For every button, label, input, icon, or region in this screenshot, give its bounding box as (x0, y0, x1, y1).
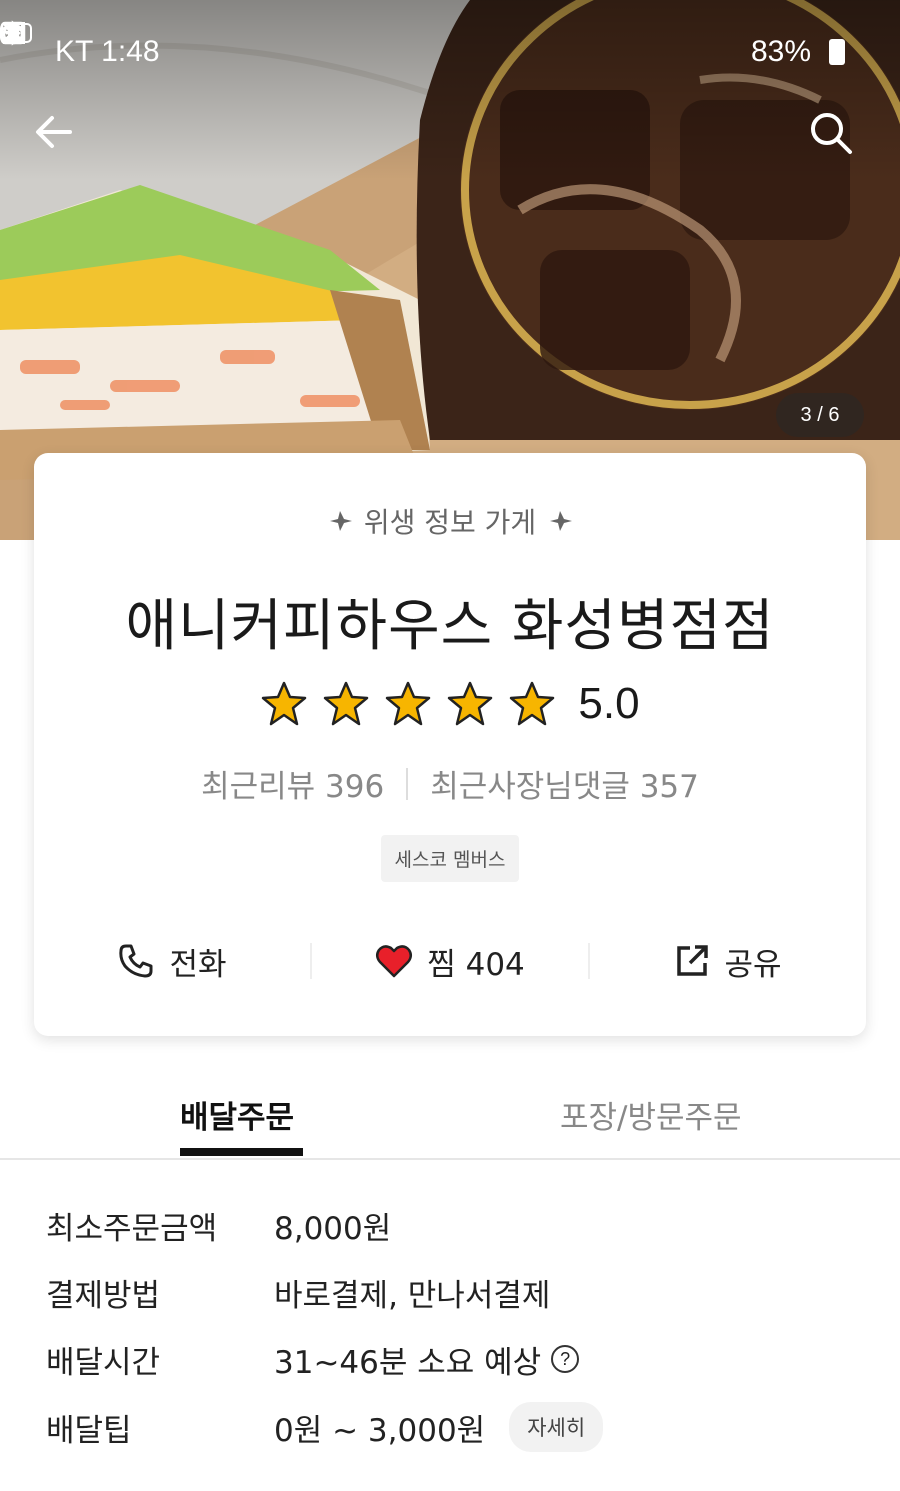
star-icon (510, 681, 555, 726)
cesco-member-badge: 세스코 멤버스 (380, 835, 520, 882)
payment-method-value: 바로결제, 만나서결제 (274, 1277, 551, 1314)
review-stats: 최근리뷰 396 최근사장님댓글 357 (34, 761, 866, 806)
active-tab-indicator (180, 1148, 303, 1156)
call-label: 전화 (169, 946, 227, 983)
min-order-row: 최소주문금액 8,000원 (46, 1200, 866, 1250)
search-icon (811, 113, 852, 154)
share-button[interactable]: 공유 (590, 939, 866, 984)
delivery-tip-detail-button[interactable]: 자세히 (509, 1402, 604, 1452)
question-icon[interactable]: ? (551, 1345, 580, 1373)
recent-owner-replies-link[interactable]: 최근사장님댓글 357 (430, 761, 699, 806)
share-icon (677, 945, 709, 976)
payment-method-row: 결제방법 바로결제, 만나서결제 (46, 1267, 866, 1317)
action-bar: 전화 찜 404 공유 (34, 937, 866, 985)
signal-icon (3, 22, 25, 44)
leaf-left-icon (329, 511, 352, 531)
star-icon (324, 681, 369, 726)
back-button[interactable] (32, 110, 92, 170)
delivery-time-label: 배달시간 (46, 1344, 161, 1381)
store-name: 애니커피하우스 화성병점점 (125, 594, 775, 659)
phone-icon (119, 944, 153, 978)
min-order-label: 최소주문금액 (46, 1210, 218, 1247)
tab-pickup-order[interactable]: 포장/방문주문 (560, 1092, 742, 1137)
rating-value: 5.0 (578, 679, 640, 728)
heart-icon (376, 945, 413, 978)
star-icon (386, 681, 431, 726)
rating-row[interactable]: 5.0 (34, 679, 866, 729)
order-type-tabs: 배달주문 포장/방문주문 (0, 1080, 900, 1160)
back-arrow-icon (36, 116, 72, 148)
recent-reviews-link[interactable]: 최근리뷰 396 (201, 761, 384, 806)
tab-delivery-order[interactable]: 배달주문 (180, 1092, 294, 1137)
search-button[interactable] (808, 110, 868, 170)
call-button[interactable]: 전화 (34, 939, 310, 984)
payment-method-label: 결제방법 (46, 1277, 161, 1314)
photo-counter: 3 / 6 (776, 393, 864, 437)
star-icon (262, 681, 307, 726)
status-bar: KT 1:48 83% (0, 20, 900, 84)
battery-percent: 83% (750, 35, 811, 68)
favorite-button[interactable]: 찜 404 (312, 939, 588, 984)
delivery-time-row: 배달시간 31~46분 소요 예상 ? (46, 1334, 866, 1384)
battery-icon (829, 39, 845, 65)
min-order-value: 8,000원 (274, 1210, 392, 1247)
divider (406, 767, 409, 800)
delivery-time-value: 31~46분 소요 예상 (274, 1344, 542, 1381)
star-icon (448, 681, 493, 726)
hygiene-info-label[interactable]: 위생 정보 가게 (34, 501, 866, 541)
delivery-tip-row: 배달팁 0원 ~ 3,000원 자세히 (46, 1402, 866, 1452)
carrier-time: KT 1:48 (55, 35, 160, 68)
share-label: 공유 (724, 946, 782, 983)
hygiene-text: 위생 정보 가게 (363, 506, 537, 539)
leaf-right-icon (550, 511, 573, 531)
delivery-tip-value-wrap: 0원 ~ 3,000원 자세히 (274, 1402, 604, 1452)
delivery-tip-value: 0원 ~ 3,000원 (274, 1412, 486, 1449)
store-info-card: 위생 정보 가게 애니커피하우스 화성병점점 5.0 최근리뷰 396 최근사장… (34, 453, 866, 1036)
favorite-count: 찜 404 (427, 946, 525, 983)
delivery-time-value-wrap: 31~46분 소요 예상 ? (274, 1337, 580, 1382)
delivery-tip-label: 배달팁 (46, 1412, 132, 1449)
